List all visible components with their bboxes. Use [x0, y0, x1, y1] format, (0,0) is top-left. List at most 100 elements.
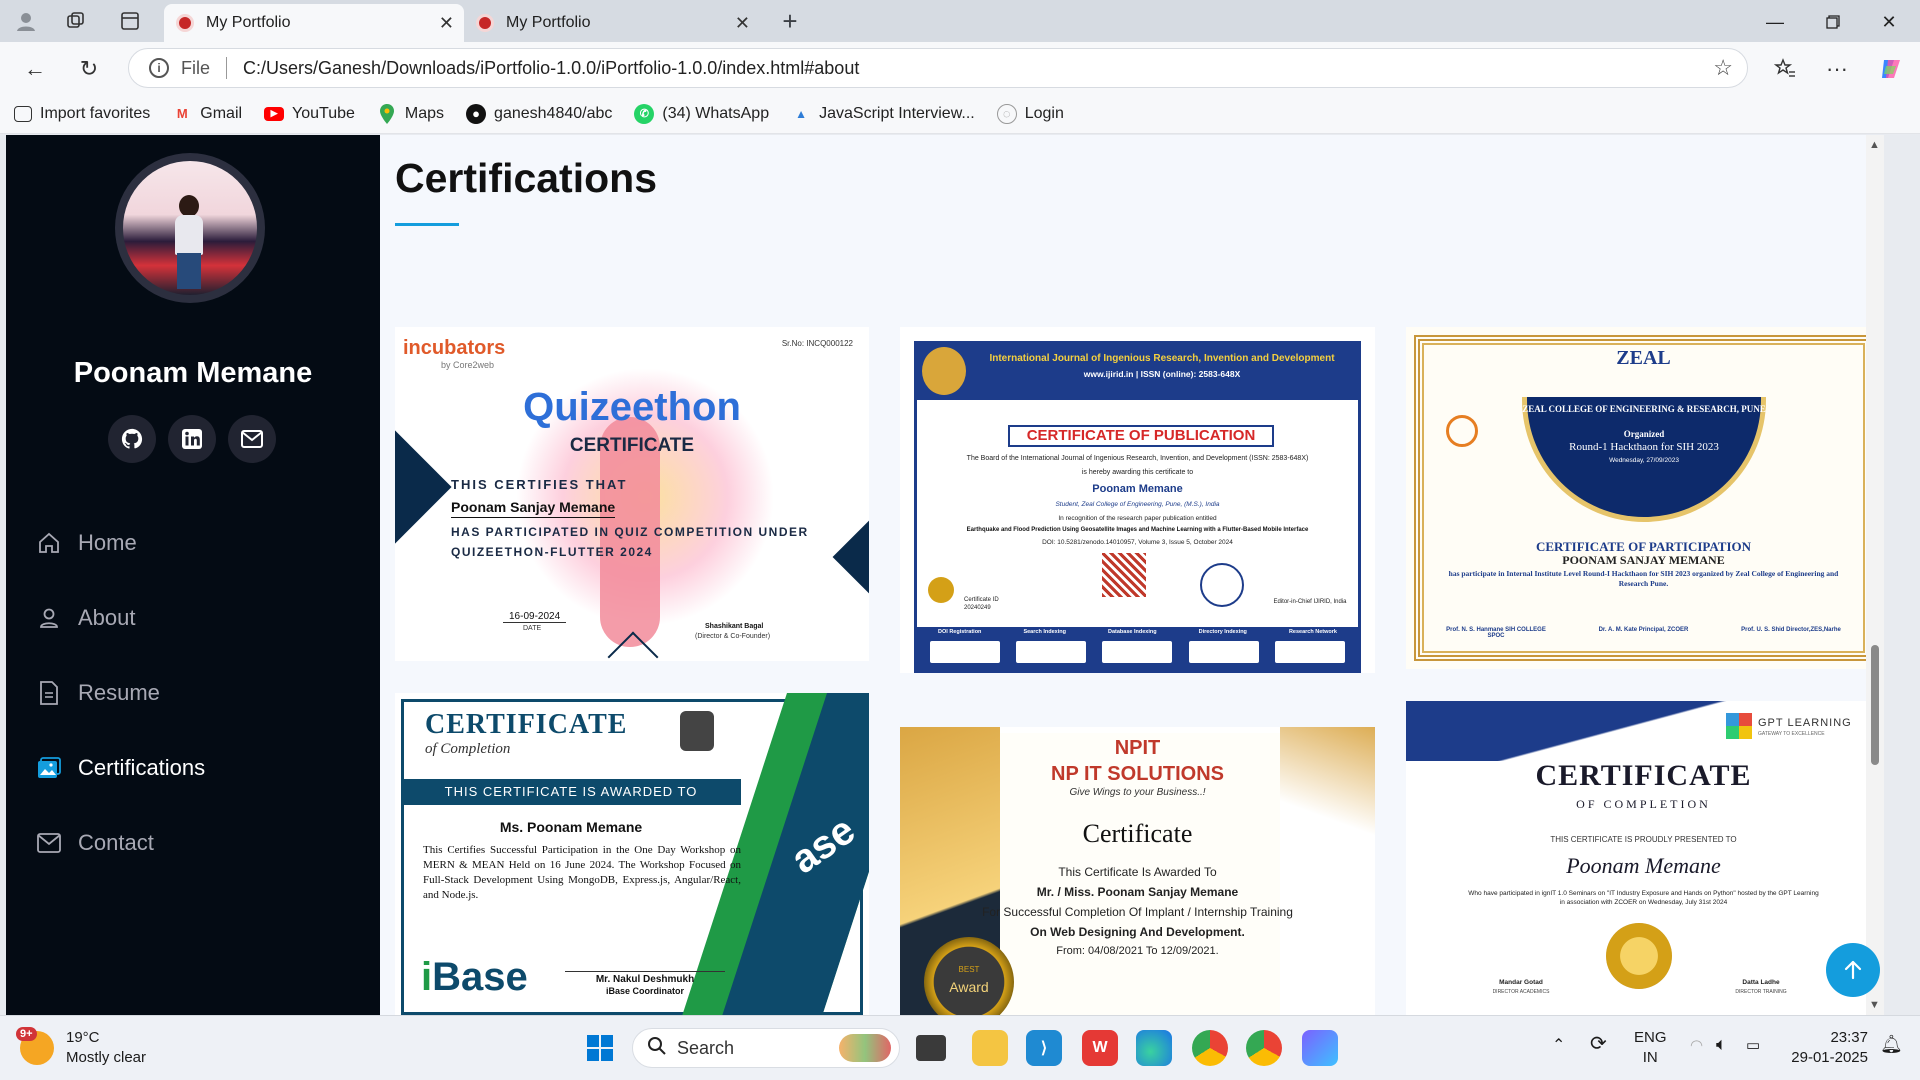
- page-scrollbar[interactable]: ▲ ▼: [1866, 135, 1884, 1015]
- tray-overflow-icon[interactable]: ⌃: [1552, 1036, 1565, 1056]
- workspaces-icon[interactable]: [64, 9, 88, 33]
- tab-my-portfolio-2[interactable]: My Portfolio ✕: [464, 4, 760, 42]
- nav-label: Resume: [78, 679, 160, 705]
- npit-logo: NPIT: [1114, 737, 1161, 759]
- favorite-star-icon[interactable]: ☆: [1713, 55, 1733, 81]
- editor-in-chief: Editor-in-Chief IJIRID, India: [1273, 599, 1347, 605]
- taskbar-search[interactable]: Search: [632, 1028, 900, 1068]
- bookmark-javascript[interactable]: ▲ JavaScript Interview...: [791, 104, 975, 124]
- weather-widget[interactable]: 9+ 19°C Mostly clear: [16, 1027, 146, 1068]
- certificate-ijirid-publication[interactable]: International Journal of Ingenious Resea…: [900, 327, 1375, 673]
- bookmark-label: Maps: [404, 104, 445, 122]
- photos-icon[interactable]: [1302, 1030, 1338, 1066]
- close-tab-icon[interactable]: ✕: [735, 13, 750, 34]
- copilot-icon[interactable]: [1876, 54, 1906, 84]
- bookmark-import-favorites[interactable]: Import favorites: [14, 105, 150, 123]
- email-link[interactable]: [228, 415, 276, 463]
- ijirid-logo: [922, 347, 966, 395]
- back-icon[interactable]: ←: [20, 54, 50, 84]
- volume-icon[interactable]: 🔈︎: [1716, 1034, 1727, 1054]
- nav-item-contact[interactable]: Contact: [36, 805, 205, 880]
- url-text[interactable]: C:/Users/Ganesh/Downloads/iPortfolio-1.0…: [243, 58, 859, 79]
- certificate-quizeethon[interactable]: incubators by Core2web Sr.No: INCQ000122…: [395, 327, 869, 661]
- battery-icon[interactable]: ▭: [1746, 1036, 1760, 1056]
- scroll-thumb[interactable]: [1871, 645, 1879, 765]
- chrome-profile-icon[interactable]: [1246, 1030, 1282, 1066]
- cert-date: 16-09-2024: [503, 611, 567, 623]
- bookmark-youtube[interactable]: ▶ YouTube: [264, 105, 355, 123]
- refresh-icon[interactable]: ↻: [74, 54, 104, 84]
- bookmark-gmail[interactable]: M Gmail: [172, 104, 242, 124]
- cert-body: Who have participated in ignIT 1.0 Semin…: [1468, 890, 1819, 906]
- search-placeholder: Search: [677, 1037, 735, 1058]
- nav-item-home[interactable]: Home: [36, 505, 205, 580]
- github-link[interactable]: [108, 415, 156, 463]
- scroll-down-icon[interactable]: ▼: [1869, 999, 1880, 1011]
- cert-id-label: Certificate ID: [964, 597, 999, 603]
- close-tab-icon[interactable]: ✕: [439, 13, 454, 34]
- certificate-np-it-solutions[interactable]: NPIT NP IT SOLUTIONS Give Wings to your …: [900, 727, 1375, 1015]
- signatory-2-role: DIRECTOR TRAINING: [1735, 989, 1787, 995]
- tab-actions-icon[interactable]: [118, 9, 142, 33]
- wifi-icon[interactable]: ◠: [1690, 1036, 1703, 1056]
- new-tab-icon[interactable]: +: [778, 6, 802, 36]
- nav-item-resume[interactable]: Resume: [36, 655, 205, 730]
- journal-name: International Journal of Ingenious Resea…: [989, 353, 1335, 364]
- minimize-icon[interactable]: —: [1752, 8, 1798, 36]
- paper-title: Earthquake and Flood Prediction Using Ge…: [966, 527, 1309, 533]
- scroll-up-icon[interactable]: ▲: [1869, 139, 1880, 151]
- bookmark-maps[interactable]: Maps: [377, 103, 445, 124]
- sync-icon[interactable]: ⟳: [1590, 1034, 1607, 1054]
- language-indicator[interactable]: ENG IN: [1634, 1028, 1667, 1068]
- linkedin-link[interactable]: [168, 415, 216, 463]
- certificate-zeal-sih-2023[interactable]: ZEAL ZEAL COLLEGE OF ENGINEERING & RESEA…: [1406, 327, 1881, 669]
- back-to-top-circle[interactable]: [1826, 943, 1880, 997]
- close-window-icon[interactable]: ✕: [1866, 8, 1912, 36]
- event-date: Wednesday, 27/09/2023: [1609, 457, 1679, 464]
- cert-banner: THIS CERTIFICATE IS AWARDED TO: [401, 779, 741, 805]
- login-icon: ◌: [996, 103, 1017, 124]
- main-content: Certifications incubators by Core2web Sr…: [380, 135, 1884, 1015]
- cert-line3: In recognition of the research paper pub…: [1058, 515, 1217, 522]
- edge-icon[interactable]: [1136, 1030, 1172, 1066]
- portfolio-favicon-icon: [476, 14, 494, 32]
- cert-line2: For Successful Completion Of Implant / I…: [982, 905, 1293, 919]
- wps-office-icon[interactable]: W: [1082, 1030, 1118, 1066]
- signer-name: Shashikant Bagal: [705, 623, 764, 630]
- chrome-icon[interactable]: [1192, 1030, 1228, 1066]
- restore-icon[interactable]: [1810, 8, 1856, 36]
- file-explorer-icon[interactable]: [972, 1030, 1008, 1066]
- journal-seal: [1200, 563, 1244, 607]
- bookmark-login[interactable]: ◌ Login: [996, 103, 1064, 124]
- award-label: Award: [949, 979, 989, 995]
- start-button[interactable]: [582, 1030, 618, 1066]
- windows-icon: [587, 1035, 613, 1061]
- bookmark-whatsapp[interactable]: ✆ (34) WhatsApp: [634, 103, 769, 124]
- region: IN: [1642, 1049, 1658, 1066]
- footer-item: Directory Indexing: [1198, 629, 1247, 635]
- task-view-icon[interactable]: [916, 1035, 946, 1061]
- bookmark-label: Import favorites: [40, 104, 151, 122]
- cert-title: Quizeethon: [523, 385, 741, 429]
- nav-label: About: [78, 604, 136, 630]
- recipient-name: Poonam Memane: [1566, 853, 1721, 878]
- cert-line1: The Board of the International Journal o…: [966, 455, 1309, 462]
- site-info-icon[interactable]: i: [149, 58, 169, 78]
- clock[interactable]: 23:37 29-01-2025: [1786, 1028, 1868, 1068]
- footer-item: DOI Registration: [938, 629, 982, 635]
- nav-item-certifications[interactable]: Certifications: [36, 730, 205, 805]
- paper-doi: DOI: 10.5281/zenodo.14010957, Volume 3, …: [1042, 539, 1233, 546]
- bookmark-label: ganesh4840/abc: [494, 104, 613, 122]
- title-bar: My Portfolio ✕ My Portfolio ✕ + — ✕: [0, 0, 1920, 42]
- bookmark-github[interactable]: ● ganesh4840/abc: [466, 103, 613, 124]
- certificate-gpt-learning[interactable]: GPT LEARNING GATEWAY TO EXCELLENCE CERTI…: [1406, 701, 1881, 1015]
- tab-my-portfolio-1[interactable]: My Portfolio ✕: [164, 4, 464, 42]
- vscode-icon[interactable]: ⟩: [1026, 1030, 1062, 1066]
- certificate-ibase-mern-mean[interactable]: ase CERTIFICATE of Completion THIS CERTI…: [395, 693, 869, 1015]
- more-menu-icon[interactable]: ···: [1822, 54, 1852, 84]
- address-bar[interactable]: i File C:/Users/Ganesh/Downloads/iPortfo…: [128, 48, 1748, 88]
- notifications-bell-icon[interactable]: 🔔︎: [1880, 1034, 1903, 1054]
- favorites-icon[interactable]: [1770, 54, 1800, 84]
- nav-item-about[interactable]: About: [36, 580, 205, 655]
- profile-icon[interactable]: [14, 9, 38, 33]
